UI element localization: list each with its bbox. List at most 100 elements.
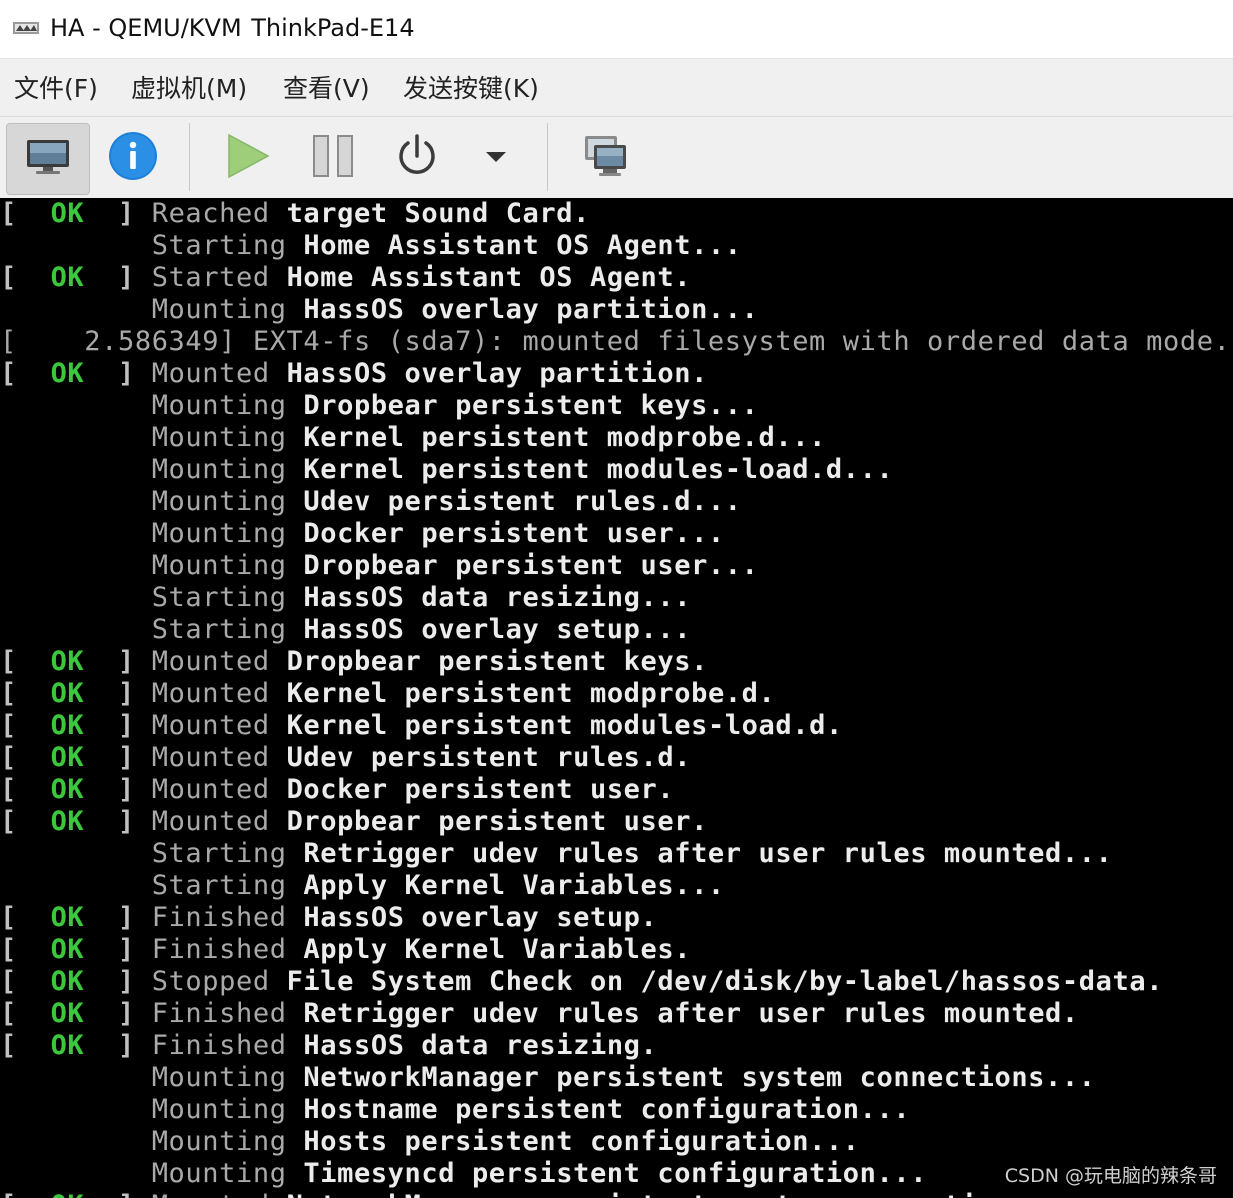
- snapshots-button[interactable]: [570, 123, 640, 193]
- console-line: Mounting Kernel persistent modules-load.…: [0, 454, 893, 486]
- console-action: Stopped: [151, 966, 270, 997]
- menu-bar: 文件(F) 虚拟机(M) 查看(V) 发送按键(K): [0, 58, 1233, 117]
- ok-status: OK: [50, 262, 85, 293]
- console-line: Mounting NetworkManager persistent syste…: [0, 1062, 1096, 1094]
- console-status-prefix: [0, 870, 152, 901]
- console-line: [ OK ] Stopped File System Check on /dev…: [0, 966, 1163, 998]
- console-line: Starting Retrigger udev rules after user…: [0, 838, 1112, 870]
- console-status-prefix: [ OK ]: [0, 358, 152, 389]
- console-line: [ OK ] Mounted Udev persistent rules.d.: [0, 742, 691, 774]
- console-message: HassOS overlay partition...: [286, 294, 759, 325]
- console-status-prefix: [0, 422, 152, 453]
- console-message: NetworkManager persistent system connect…: [270, 1190, 1045, 1198]
- menu-send-key[interactable]: 发送按键(K): [403, 73, 539, 105]
- console-line: Mounting Docker persistent user...: [0, 518, 725, 550]
- ok-status: OK: [50, 198, 85, 229]
- console-message: Apply Kernel Variables...: [286, 870, 725, 901]
- ok-status: OK: [50, 742, 85, 773]
- vm-console-screen[interactable]: [ OK ] Reached target Sound Card. Starti…: [0, 198, 1233, 1198]
- console-message: target Sound Card.: [269, 198, 590, 229]
- window-title: HA - QEMU/KVM ThinkPad-E14: [50, 14, 415, 42]
- ok-status: OK: [50, 966, 85, 997]
- console-message: Udev persistent rules.d...: [286, 486, 742, 517]
- menu-view[interactable]: 查看(V): [283, 73, 370, 105]
- console-line: Mounting Timesyncd persistent configurat…: [0, 1158, 927, 1190]
- console-status-prefix: [ OK ]: [0, 998, 152, 1029]
- shutdown-dropdown-button[interactable]: [474, 123, 518, 193]
- ok-status: OK: [50, 806, 85, 837]
- monitor-icon: [24, 137, 72, 181]
- console-action: Mounted: [151, 774, 270, 805]
- toolbar-separator: [547, 123, 548, 191]
- shutdown-button[interactable]: [384, 123, 450, 193]
- console-status-prefix: [0, 486, 152, 517]
- ok-status: OK: [50, 998, 85, 1029]
- console-action: Finished: [151, 998, 287, 1029]
- console-message: Dropbear persistent keys.: [269, 646, 708, 677]
- console-line: Mounting Udev persistent rules.d...: [0, 486, 742, 518]
- console-line: Mounting Hostname persistent configurati…: [0, 1094, 910, 1126]
- menu-virtual-machine[interactable]: 虚拟机(M): [131, 73, 247, 105]
- console-action: Mounted: [151, 646, 270, 677]
- console-action: Mounted: [151, 742, 270, 773]
- console-message: File System Check on /dev/disk/by-label/…: [269, 966, 1164, 997]
- console-status-prefix: [ OK ]: [0, 262, 152, 293]
- console-line: Mounting Hosts persistent configuration.…: [0, 1126, 860, 1158]
- toolbar: [0, 116, 1233, 199]
- ok-status: OK: [50, 358, 85, 389]
- console-message: Udev persistent rules.d.: [269, 742, 692, 773]
- console-action: Finished: [151, 934, 287, 965]
- console-status-prefix: [ OK ]: [0, 902, 152, 933]
- console-status-prefix: [ OK ]: [0, 1030, 152, 1061]
- ok-status: OK: [50, 678, 85, 709]
- details-info-button[interactable]: [100, 123, 166, 193]
- console-message: Apply Kernel Variables.: [286, 934, 692, 965]
- console-action: Started: [151, 262, 270, 293]
- console-status-prefix: [0, 614, 152, 645]
- console-kernel-message: [ 2.586349] EXT4-fs (sda7): mounted file…: [0, 326, 1233, 357]
- console-line: Mounting Kernel persistent modprobe.d...: [0, 422, 826, 454]
- console-action: Mounting: [151, 550, 287, 581]
- console-action: Mounting: [151, 1126, 287, 1157]
- console-message: Dropbear persistent user...: [286, 550, 759, 581]
- console-line: Starting HassOS overlay setup...: [0, 614, 691, 646]
- console-action: Mounting: [151, 486, 287, 517]
- console-status-prefix: [ OK ]: [0, 710, 152, 741]
- console-line: [ OK ] Mounted Dropbear persistent keys.: [0, 646, 708, 678]
- console-action: Mounted: [151, 806, 270, 837]
- console-message: Docker persistent user.: [269, 774, 675, 805]
- pause-button[interactable]: [300, 123, 366, 193]
- run-button[interactable]: [214, 123, 280, 193]
- console-status-prefix: [ OK ]: [0, 934, 152, 965]
- console-line: Mounting HassOS overlay partition...: [0, 294, 759, 326]
- ok-status: OK: [51, 1190, 85, 1198]
- console-action: Starting: [151, 614, 287, 645]
- console-line: [ 2.586349] EXT4-fs (sda7): mounted file…: [0, 326, 1233, 358]
- console-status-prefix: [0, 582, 152, 613]
- console-line: [ OK ] Mounted HassOS overlay partition.: [0, 358, 708, 390]
- chevron-down-icon: [484, 149, 508, 168]
- console-status-prefix: [ OK ]: [0, 742, 152, 773]
- ok-status: OK: [50, 646, 85, 677]
- console-status-prefix: [ OK ]: [0, 646, 152, 677]
- console-line: [ OK ] Mounted NetworkManager persistent…: [0, 1190, 1045, 1198]
- console-line: Starting HassOS data resizing...: [0, 582, 691, 614]
- menu-file[interactable]: 文件(F): [14, 73, 98, 105]
- console-line: [ OK ] Started Home Assistant OS Agent.: [0, 262, 691, 294]
- console-action: Mounting: [151, 1062, 287, 1093]
- console-status-prefix: [0, 230, 152, 261]
- console-status-prefix: [ OK ]: [0, 806, 152, 837]
- console-action: Mounting: [151, 518, 287, 549]
- console-status-prefix: [0, 1094, 152, 1125]
- console-line: [ OK ] Finished Retrigger udev rules aft…: [0, 998, 1079, 1030]
- console-line: Mounting Dropbear persistent user...: [0, 550, 759, 582]
- console-action: Mounting: [151, 390, 287, 421]
- console-message: HassOS overlay setup...: [286, 614, 692, 645]
- console-view-button[interactable]: [6, 123, 90, 195]
- console-status-prefix: [0, 1062, 152, 1093]
- console-action: Starting: [151, 230, 287, 261]
- console-message: Kernel persistent modules-load.d...: [286, 454, 894, 485]
- console-message: HassOS overlay partition.: [269, 358, 708, 389]
- console-status-prefix: [ OK ]: [0, 678, 152, 709]
- console-status-prefix: [0, 454, 152, 485]
